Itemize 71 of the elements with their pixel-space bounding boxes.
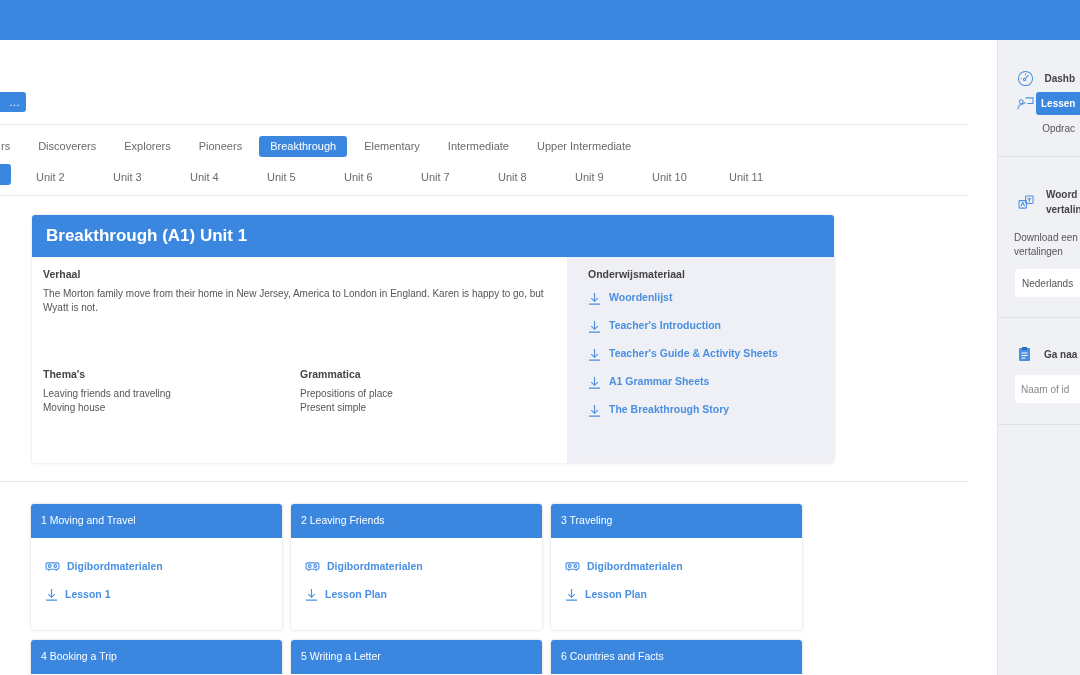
level-tab[interactable]: Elementary [353, 136, 431, 157]
section-heading: Grammatica [300, 366, 362, 382]
nav-item[interactable]: Opdrac [1037, 117, 1080, 140]
translate-icon [1018, 194, 1035, 210]
gauge-icon [1017, 70, 1034, 87]
unit-tab[interactable]: Unit 3 [98, 166, 165, 188]
menu-button[interactable]: … [0, 92, 26, 112]
level-tab[interactable]: Discoverers [27, 136, 108, 157]
lesson-link[interactable]: Digibordmaterialen [587, 558, 683, 575]
download-icon [45, 588, 58, 601]
download-link[interactable]: Woordenlijst [609, 290, 673, 307]
projector-icon [305, 561, 320, 572]
projector-icon [45, 561, 60, 572]
download-icon [588, 403, 601, 417]
download-icon [588, 291, 601, 305]
section-heading: Onderwijsmateriaal [588, 267, 686, 282]
unit-tab[interactable]: Unit 11 [714, 166, 781, 188]
level-tab[interactable]: Intermediate [436, 136, 520, 157]
section-heading: Verhaal [43, 267, 82, 282]
section-heading: Thema's [43, 366, 87, 382]
level-tab[interactable]: rs [0, 136, 22, 157]
level-tab[interactable]: Upper Intermediate [526, 136, 643, 157]
download-link[interactable]: The Breakthrough Story [609, 402, 730, 419]
unit-tab[interactable]: Unit 5 [252, 166, 319, 188]
language-select[interactable]: Nederlands [1015, 269, 1080, 297]
unit-tab[interactable]: Unit 4 [175, 166, 242, 188]
lesson-link[interactable]: Digibordmaterialen [67, 558, 163, 575]
teacher-icon [1017, 96, 1034, 111]
lesson-link[interactable]: Lesson 1 [65, 586, 111, 603]
card-title: Breakthrough (A1) Unit 1 [46, 225, 248, 248]
lesson-title: 6 Countries and Facts [561, 649, 664, 665]
unit-tab[interactable]: Unit 7 [406, 166, 473, 188]
section-heading: Ga naa [1044, 347, 1078, 362]
story-text: The Morton family move from their home in New Jersey, America to London in England. Karen is happy to go, but Wyatt is not. [43, 286, 545, 315]
download-icon [588, 319, 601, 333]
nav-item[interactable]: Lessen [1036, 92, 1080, 115]
section-heading: Woord [1046, 188, 1079, 202]
lesson-title: 2 Leaving Friends [301, 513, 385, 529]
level-tab[interactable]: Explorers [113, 136, 182, 157]
lesson-title: 4 Booking a Trip [41, 649, 117, 665]
list-item: Prepositions of place [300, 386, 394, 401]
unit-tab[interactable]: Unit 9 [560, 166, 627, 188]
clipboard-icon [1018, 346, 1032, 362]
level-tab[interactable]: Breakthrough [259, 136, 348, 157]
download-icon [588, 375, 601, 389]
unit-tab[interactable]: Unit 2 [21, 166, 88, 188]
lesson-link[interactable]: Lesson Plan [585, 586, 647, 603]
lesson-title: 1 Moving and Travel [41, 513, 136, 529]
unit-tab[interactable]: Unit 10 [637, 166, 704, 188]
lesson-title: 3 Traveling [561, 513, 613, 529]
lesson-link[interactable]: Digibordmaterialen [327, 558, 423, 575]
download-link[interactable]: Teacher's Guide & Activity Sheets [609, 346, 778, 363]
projector-icon [565, 561, 580, 572]
list-item: Leaving friends and traveling [43, 386, 172, 401]
nav-item[interactable]: Dashb [1039, 67, 1080, 90]
search-field[interactable]: Naam of id [1015, 375, 1080, 403]
help-text: Download een [1014, 231, 1079, 245]
section-heading: vertalin [1046, 203, 1080, 217]
download-icon [305, 588, 318, 601]
lesson-link[interactable]: Lesson Plan [325, 586, 387, 603]
download-link[interactable]: Teacher's Introduction [609, 318, 721, 335]
level-tab[interactable]: Pioneers [187, 136, 254, 157]
unit-tab[interactable]: Unit 8 [483, 166, 550, 188]
list-item: Present simple [300, 400, 368, 415]
lesson-title: 5 Writing a Letter [301, 649, 381, 665]
download-icon [588, 347, 601, 361]
download-icon [565, 588, 578, 601]
unit-tab[interactable]: Unit 6 [329, 166, 396, 188]
list-item: Moving house [43, 400, 107, 415]
help-text: vertalingen [1014, 245, 1064, 259]
download-link[interactable]: A1 Grammar Sheets [609, 374, 710, 391]
